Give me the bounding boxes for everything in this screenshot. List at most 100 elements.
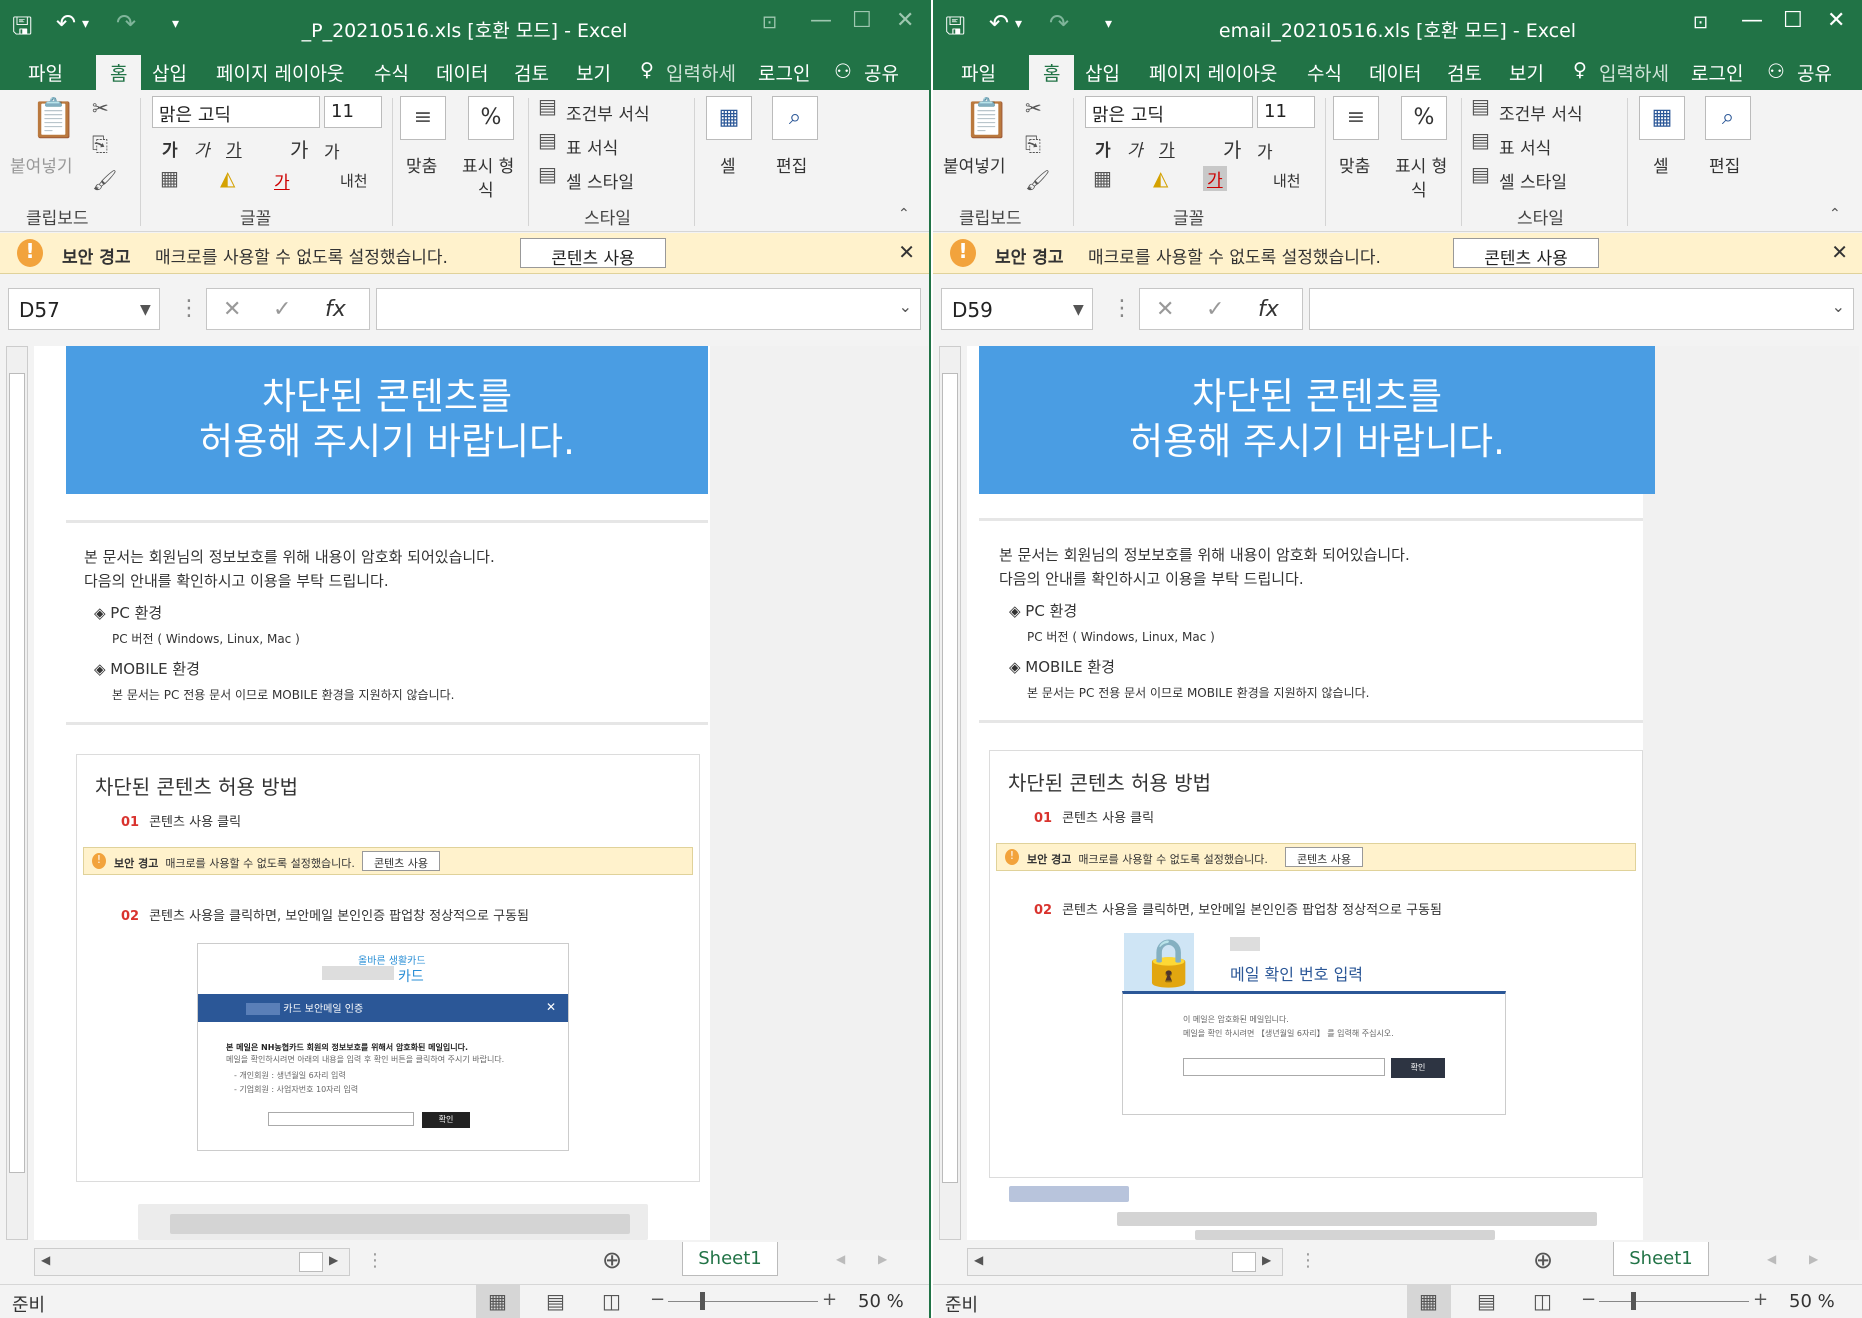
page-break-icon[interactable]: ◫ <box>1533 1289 1552 1313</box>
tab-formulas[interactable]: 수식 <box>1307 59 1342 86</box>
cells-icon[interactable]: ▦ <box>706 96 752 140</box>
copy-icon[interactable]: ⎘ <box>92 132 108 156</box>
minimize-icon[interactable]: — <box>810 8 832 33</box>
tab-file[interactable]: 파일 <box>961 59 996 86</box>
tab-home[interactable]: 홈 <box>1029 55 1075 90</box>
tab-review[interactable]: 검토 <box>514 59 549 86</box>
name-box-dropdown-icon[interactable]: ▼ <box>140 302 151 318</box>
number-format-label[interactable]: 표시 형 <box>462 152 514 177</box>
borders-icon[interactable]: ▦ <box>1093 166 1112 190</box>
alignment-icon[interactable]: ≡ <box>1333 96 1379 140</box>
font-name-select[interactable]: 맑은 고딕 <box>152 96 320 128</box>
conditional-format-button[interactable]: 조건부 서식 <box>566 100 650 125</box>
zoom-slider-thumb[interactable] <box>700 1292 705 1310</box>
italic-icon[interactable]: 가 <box>194 136 210 161</box>
scroll-left-icon[interactable]: ◀ <box>974 1253 983 1267</box>
number-format-icon[interactable]: % <box>1401 96 1447 140</box>
alignment-label[interactable]: 맞춤 <box>406 152 437 177</box>
insert-function-icon[interactable]: fx <box>325 297 346 322</box>
alignment-icon[interactable]: ≡ <box>400 96 446 140</box>
table-format-button[interactable]: 표 서식 <box>566 134 618 159</box>
tab-home[interactable]: 홈 <box>96 55 142 90</box>
conditional-format-button[interactable]: 조건부 서식 <box>1499 100 1583 125</box>
ribbon-display-icon[interactable]: ⊡ <box>762 12 777 33</box>
name-box[interactable]: D59 <box>941 288 1093 330</box>
scroll-thumb[interactable] <box>1232 1252 1256 1272</box>
number-format-icon[interactable]: % <box>468 96 514 140</box>
enable-content-button[interactable]: 콘텐츠 사용 <box>1453 238 1599 269</box>
scroll-left-icon[interactable]: ◀ <box>41 1253 50 1267</box>
formula-input[interactable]: ⌄ <box>1309 288 1854 330</box>
tab-data[interactable]: 데이터 <box>436 59 488 86</box>
copy-icon[interactable]: ⎘ <box>1025 132 1041 156</box>
zoom-level[interactable]: 50 % <box>1789 1291 1835 1312</box>
zoom-out-icon[interactable]: − <box>1581 1289 1596 1310</box>
tell-me-input[interactable]: 입력하세 <box>666 59 736 86</box>
sheet-tab[interactable]: Sheet1 <box>1613 1242 1709 1276</box>
tab-view[interactable]: 보기 <box>576 59 611 86</box>
formula-input[interactable]: ⌄ <box>376 288 921 330</box>
zoom-slider[interactable] <box>1599 1301 1749 1302</box>
fill-color-icon[interactable]: ◭ <box>1153 166 1168 190</box>
prev-sheet-icon[interactable]: ◀ <box>1767 1252 1776 1266</box>
format-painter-icon[interactable]: 🖌 <box>1025 168 1050 192</box>
new-sheet-icon[interactable]: ⊕ <box>602 1246 622 1274</box>
italic-icon[interactable]: 가 <box>1127 136 1143 161</box>
name-box[interactable]: D57 <box>8 288 160 330</box>
decrease-font-icon[interactable]: 가 <box>1257 138 1273 163</box>
editing-button[interactable]: 편집 <box>1709 152 1740 177</box>
horizontal-scrollbar[interactable]: ◀ ▶ <box>34 1248 350 1276</box>
vertical-scrollbar[interactable] <box>6 346 28 1240</box>
search-icon[interactable]: ⌕ <box>1705 96 1751 140</box>
cancel-icon[interactable]: ✕ <box>223 297 241 322</box>
expand-formula-icon[interactable]: ⌄ <box>899 297 912 316</box>
worksheet[interactable]: 차단된 콘텐츠를 허용해 주시기 바랍니다. 본 문서는 회원님의 정보보호를 … <box>34 346 928 1240</box>
search-icon[interactable]: ⌕ <box>772 96 818 140</box>
tab-view[interactable]: 보기 <box>1509 59 1544 86</box>
login-link[interactable]: 로그인 <box>1691 59 1743 86</box>
enter-icon[interactable]: ✓ <box>1206 297 1224 322</box>
tab-review[interactable]: 검토 <box>1447 59 1482 86</box>
collapse-ribbon-icon[interactable]: ⌃ <box>898 206 910 222</box>
normal-view-icon[interactable]: ▦ <box>1419 1289 1438 1313</box>
underline-icon[interactable]: 가 <box>226 136 242 161</box>
close-icon[interactable]: ✕ <box>898 240 915 264</box>
enter-icon[interactable]: ✓ <box>273 297 291 322</box>
tab-formulas[interactable]: 수식 <box>374 59 409 86</box>
font-color-icon[interactable]: 가 <box>274 168 290 193</box>
borders-icon[interactable]: ▦ <box>160 166 179 190</box>
maximize-icon[interactable]: ☐ <box>852 8 872 33</box>
cells-button[interactable]: 셀 <box>1653 152 1669 177</box>
maximize-icon[interactable]: ☐ <box>1783 8 1803 33</box>
font-size-select[interactable]: 11 <box>1257 96 1315 128</box>
normal-view-icon[interactable]: ▦ <box>488 1289 507 1313</box>
minimize-icon[interactable]: — <box>1741 8 1763 33</box>
zoom-slider[interactable] <box>668 1301 818 1302</box>
ribbon-display-icon[interactable]: ⊡ <box>1693 12 1708 33</box>
underline-icon[interactable]: 가 <box>1159 136 1175 161</box>
scroll-thumb[interactable] <box>942 373 958 1183</box>
cut-icon[interactable]: ✂ <box>92 96 109 120</box>
font-color-icon[interactable]: 가 <box>1203 166 1227 191</box>
cell-style-button[interactable]: 셀 스타일 <box>566 168 634 193</box>
share-button[interactable]: 공유 <box>864 59 899 86</box>
scroll-thumb[interactable] <box>9 373 25 1173</box>
zoom-out-icon[interactable]: − <box>650 1289 665 1310</box>
cancel-icon[interactable]: ✕ <box>1156 297 1174 322</box>
font-size-select[interactable]: 11 <box>324 96 382 128</box>
next-sheet-icon[interactable]: ▶ <box>1809 1252 1818 1266</box>
paste-label[interactable]: 붙여넣기 <box>943 152 1006 177</box>
new-sheet-icon[interactable]: ⊕ <box>1533 1246 1553 1274</box>
collapse-ribbon-icon[interactable]: ⌃ <box>1829 206 1841 222</box>
tab-insert[interactable]: 삽입 <box>152 59 187 86</box>
page-layout-icon[interactable]: ▤ <box>546 1289 565 1313</box>
cut-icon[interactable]: ✂ <box>1025 96 1042 120</box>
increase-font-icon[interactable]: 가 <box>290 134 308 163</box>
close-icon[interactable]: ✕ <box>896 8 914 33</box>
share-button[interactable]: 공유 <box>1797 59 1832 86</box>
cells-icon[interactable]: ▦ <box>1639 96 1685 140</box>
enable-content-button[interactable]: 콘텐츠 사용 <box>520 238 666 269</box>
bold-icon[interactable]: 가 <box>162 136 178 161</box>
table-format-button[interactable]: 표 서식 <box>1499 134 1551 159</box>
cells-button[interactable]: 셀 <box>720 152 736 177</box>
